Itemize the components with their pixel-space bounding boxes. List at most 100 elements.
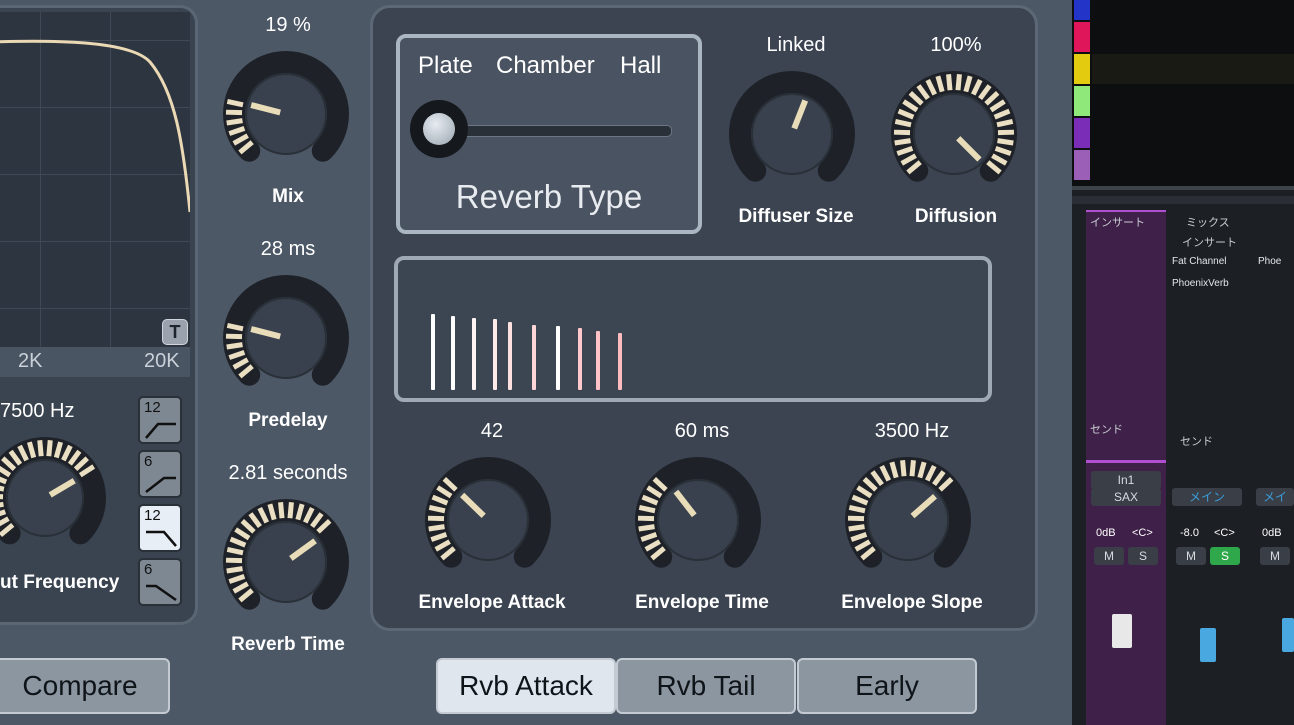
arrange-scrollbar[interactable] (1072, 186, 1294, 190)
envelope-display (394, 256, 992, 402)
reverb-type-slider-handle[interactable] (410, 100, 468, 158)
splitter[interactable] (1072, 196, 1294, 204)
knob-body (6, 459, 84, 537)
lowpass-6-icon (146, 584, 177, 602)
lowpass-12-icon (146, 530, 177, 547)
send-label-1[interactable]: センド (1090, 421, 1123, 437)
slope-12-highpass-button[interactable]: 12 (138, 396, 182, 444)
reverb-time-label: Reverb Time (231, 634, 345, 655)
daw-mixer: インサート センド In1 SAX 0dB <C> M S ミックス インサート… (1072, 0, 1294, 725)
envelope-attack-value: 42 (480, 420, 504, 442)
plugin-partial[interactable]: Phoe (1258, 256, 1281, 267)
insert-label-1[interactable]: インサート (1090, 214, 1145, 230)
diffuser-size-value: Linked (766, 34, 826, 56)
knob-segment (909, 460, 916, 477)
channel-1-pan[interactable]: <C> (1132, 527, 1153, 539)
channel-2-pan[interactable]: <C> (1214, 527, 1235, 539)
knob-segment (638, 504, 656, 514)
envelope-time-knob[interactable] (630, 450, 770, 588)
channel-1-fader[interactable] (1112, 614, 1132, 648)
envelope-bar (532, 325, 536, 390)
track-color-blue (1074, 0, 1090, 20)
reverb-type-chamber[interactable]: Chamber (496, 52, 595, 80)
envelope-bar (556, 326, 560, 390)
envelope-slope-value: 3500 Hz (874, 420, 950, 442)
slope-value: 6 (144, 453, 153, 470)
diffusion-label: Diffusion (914, 206, 998, 227)
mix-label: Mix (272, 186, 304, 207)
knob-segment (955, 74, 962, 91)
channel-3-level: 0dB (1262, 527, 1282, 539)
envelope-bar (596, 331, 600, 390)
cutoff-knob[interactable] (0, 430, 110, 565)
knob-segment (638, 524, 655, 532)
reverb-type-selector[interactable]: Plate Chamber Hall Reverb Type (396, 34, 702, 234)
reverb-type-hall[interactable]: Hall (620, 52, 661, 80)
knob-segment (894, 138, 911, 146)
envelope-time-value: 60 ms (674, 420, 730, 442)
mix-knob[interactable] (218, 44, 358, 182)
diffuser-size-label: Diffuser Size (738, 206, 854, 227)
envelope-bar (508, 322, 512, 390)
track-color-yellow (1074, 54, 1090, 84)
track-color-purple (1074, 118, 1090, 148)
knob-segment (848, 504, 866, 514)
channel-3-fader[interactable] (1282, 618, 1294, 652)
send-label-2[interactable]: センド (1180, 433, 1213, 449)
highpass-12-icon (145, 422, 176, 439)
channel-2-mute-button[interactable]: M (1176, 547, 1206, 565)
tab-rvb-tail[interactable]: Rvb Tail (616, 658, 796, 714)
diffuser-size-knob[interactable] (724, 64, 864, 202)
channel-1-name[interactable]: SAX (1091, 488, 1161, 506)
slope-value: 6 (144, 561, 153, 578)
plugin-phoenixverb[interactable]: PhoenixVerb (1172, 278, 1229, 289)
channel-1-solo-button[interactable]: S (1128, 547, 1158, 565)
knob-body (657, 479, 739, 561)
predelay-value: 28 ms (260, 238, 316, 260)
insert-label-2[interactable]: インサート (1182, 234, 1237, 250)
predelay-label: Predelay (248, 410, 328, 431)
envelope-slope-knob[interactable] (840, 450, 980, 588)
envelope-bar (618, 333, 622, 390)
channel-1-input[interactable]: In1 (1091, 471, 1161, 489)
slope-12-lowpass-button[interactable]: 12 (138, 504, 182, 552)
channel-1-mute-button[interactable]: M (1094, 547, 1124, 565)
channel-3-mute-button[interactable]: M (1260, 547, 1290, 565)
reverb-type-slider-track[interactable] (440, 125, 672, 137)
slope-value: 12 (144, 399, 161, 416)
reverb-type-plate[interactable]: Plate (418, 52, 473, 80)
t-button[interactable]: T (162, 319, 188, 345)
freq-label-2k: 2K (18, 350, 43, 372)
knob-segment (996, 118, 1014, 128)
channel-2-solo-button[interactable]: S (1210, 547, 1240, 565)
tab-rvb-attack[interactable]: Rvb Attack (436, 658, 616, 714)
arrange-view (1072, 0, 1294, 190)
slope-6-lowpass-button[interactable]: 6 (138, 558, 182, 606)
filter-curve (0, 39, 190, 213)
slope-6-highpass-button[interactable]: 6 (138, 450, 182, 498)
knob-segment (226, 342, 243, 350)
filter-curve-display[interactable] (0, 12, 190, 347)
predelay-knob[interactable] (218, 268, 358, 406)
knob-segment (226, 118, 243, 126)
diffusion-knob[interactable] (886, 64, 1026, 202)
knob-segment (226, 546, 244, 556)
envelope-attack-knob[interactable] (420, 450, 560, 588)
mix-label-2[interactable]: ミックス (1186, 214, 1230, 230)
channel-2-fader[interactable] (1200, 628, 1216, 662)
frequency-axis: 2K 20K (0, 347, 190, 377)
diffusion-value: 100% (930, 34, 982, 56)
highpass-6-icon (145, 476, 176, 493)
knob-segment (226, 322, 244, 332)
reverb-time-knob[interactable] (218, 492, 358, 630)
plugin-fat-channel[interactable]: Fat Channel (1172, 256, 1226, 267)
channel-3-output[interactable]: メイ (1256, 488, 1294, 506)
channel-2-output[interactable]: メイン (1172, 488, 1242, 506)
envelope-bar (472, 318, 476, 390)
tab-early[interactable]: Early (797, 658, 977, 714)
knob-segment (37, 440, 44, 457)
mix-value: 19 % (265, 14, 311, 36)
knob-segment (997, 138, 1014, 146)
knob-segment (287, 502, 294, 519)
compare-button[interactable]: Compare (0, 658, 170, 714)
